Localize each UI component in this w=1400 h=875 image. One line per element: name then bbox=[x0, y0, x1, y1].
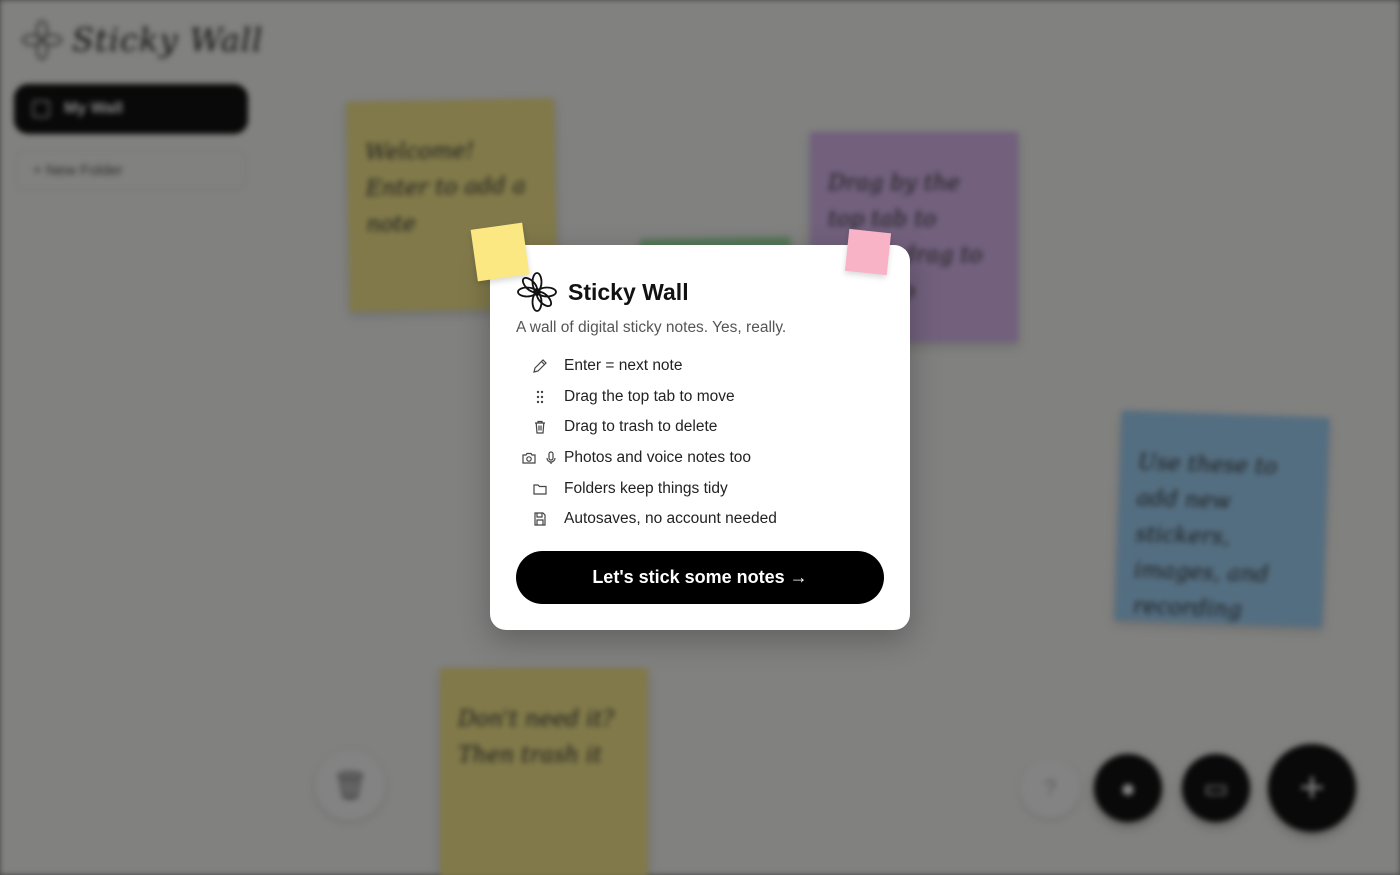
decorative-sticker-pink bbox=[844, 228, 892, 276]
start-button[interactable]: Let's stick some notes → bbox=[516, 550, 884, 604]
decorative-sticker-yellow bbox=[470, 222, 530, 282]
drag-handle-icon bbox=[536, 390, 544, 404]
tip-item: Photos and voice notes too bbox=[516, 443, 884, 474]
welcome-modal: Sticky Wall A wall of digital sticky not… bbox=[490, 245, 910, 630]
tip-item: Enter = next note bbox=[516, 351, 884, 382]
tip-item: Drag the top tab to move bbox=[516, 382, 884, 413]
tip-text: Enter = next note bbox=[564, 357, 683, 375]
tip-item: Drag to trash to delete bbox=[516, 412, 884, 443]
tip-text: Folders keep things tidy bbox=[564, 479, 728, 497]
tip-text: Drag to trash to delete bbox=[564, 418, 718, 436]
trash-icon bbox=[535, 421, 545, 435]
pencil-icon bbox=[533, 359, 547, 374]
mic-icon bbox=[546, 451, 556, 465]
flower-icon bbox=[517, 272, 557, 312]
camera-icon bbox=[522, 452, 536, 464]
tip-item: Folders keep things tidy bbox=[516, 473, 884, 504]
folder-icon bbox=[533, 484, 547, 495]
tip-text: Photos and voice notes too bbox=[564, 449, 751, 467]
tip-text: Autosaves, no account needed bbox=[564, 510, 777, 528]
tip-item: Autosaves, no account needed bbox=[516, 504, 884, 535]
modal-title: Sticky Wall bbox=[568, 278, 689, 305]
modal-header: Sticky Wall bbox=[516, 271, 884, 313]
save-icon bbox=[534, 512, 546, 526]
tips-list: Enter = next note Drag the top tab to mo… bbox=[516, 351, 884, 535]
modal-subtitle: A wall of digital sticky notes. Yes, rea… bbox=[516, 319, 787, 336]
tip-text: Drag the top tab to move bbox=[564, 387, 735, 405]
